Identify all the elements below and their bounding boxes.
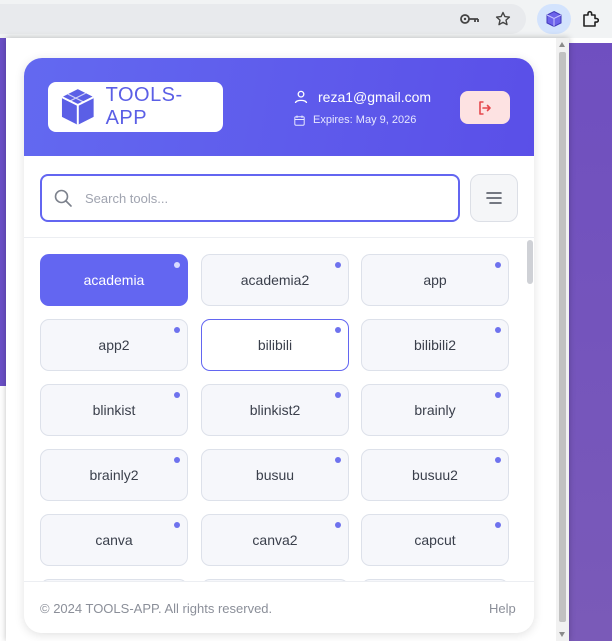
- status-dot: [174, 457, 180, 463]
- tool-button[interactable]: bilibili: [201, 319, 349, 371]
- tool-label: bilibili2: [413, 337, 457, 353]
- tool-button[interactable]: busuu: [201, 449, 349, 501]
- status-dot: [335, 457, 341, 463]
- logo-cube-icon: [61, 89, 95, 125]
- search-icon: [54, 189, 72, 207]
- extension-cube-icon: [544, 9, 564, 29]
- tool-label: canva: [95, 532, 133, 548]
- tool-label: busuu2: [412, 467, 458, 483]
- tool-label: brainly2: [89, 467, 139, 483]
- status-dot: [174, 262, 180, 268]
- footer: © 2024 TOOLS-APP. All rights reserved. H…: [24, 581, 534, 633]
- tool-label: academia2: [240, 272, 310, 288]
- logo: TOOLS-APP: [48, 82, 223, 132]
- expiry-info: Expires: May 9, 2026: [294, 114, 416, 126]
- status-dot: [495, 522, 501, 528]
- tool-button[interactable]: canva2: [201, 514, 349, 566]
- address-bar[interactable]: [0, 4, 526, 34]
- scroll-up-arrow-icon[interactable]: [559, 42, 565, 47]
- status-dot: [335, 262, 341, 268]
- status-dot: [495, 327, 501, 333]
- status-dot: [335, 392, 341, 398]
- search-box[interactable]: [40, 174, 460, 222]
- menu-lines-icon: [486, 192, 502, 204]
- tool-label: bilibili: [257, 337, 293, 353]
- tool-button[interactable]: bilibili2: [361, 319, 509, 371]
- puzzle-icon[interactable]: [580, 9, 600, 29]
- expiry-date: Expires: May 9, 2026: [313, 114, 417, 126]
- tool-label: brainly: [414, 402, 456, 418]
- page-background: [569, 38, 612, 43]
- user-email: reza1@gmail.com: [318, 89, 432, 105]
- logout-icon: [479, 100, 491, 115]
- tools-grid: academia academia2 app app2 bilibili bilibili…: [24, 238, 534, 581]
- tools-scrollbar[interactable]: [526, 238, 534, 581]
- status-dot: [335, 522, 341, 528]
- page-background: [569, 38, 612, 641]
- tool-label: canva2: [252, 532, 298, 548]
- search-input[interactable]: [83, 189, 447, 207]
- tool-button[interactable]: academia: [40, 254, 188, 306]
- tool-button[interactable]: app2: [40, 319, 188, 371]
- tool-label: app: [423, 272, 447, 288]
- browser-toolbar: [0, 0, 612, 38]
- key-icon[interactable]: [460, 9, 480, 29]
- star-icon[interactable]: [493, 9, 513, 29]
- calendar-icon: [294, 115, 305, 126]
- tool-button[interactable]: blinkist: [40, 384, 188, 436]
- status-dot: [335, 327, 341, 333]
- status-dot: [174, 392, 180, 398]
- tool-button[interactable]: app: [361, 254, 509, 306]
- logout-button[interactable]: [460, 91, 510, 124]
- status-dot: [495, 457, 501, 463]
- tool-label: blinkist2: [249, 402, 301, 418]
- extension-popup: TOOLS-APP reza1@gmail.com Expires: May 9…: [6, 38, 569, 641]
- user-icon: [294, 90, 308, 104]
- tool-button[interactable]: capcut: [361, 514, 509, 566]
- status-dot: [174, 522, 180, 528]
- help-link[interactable]: Help: [489, 601, 516, 616]
- status-dot: [495, 392, 501, 398]
- scroll-down-arrow-icon[interactable]: [559, 632, 565, 637]
- user-info: reza1@gmail.com: [294, 89, 431, 105]
- tool-button[interactable]: busuu2: [361, 449, 509, 501]
- app-name: TOOLS-APP: [105, 84, 183, 129]
- tool-label: busuu: [255, 467, 295, 483]
- tool-label: blinkist: [92, 402, 136, 418]
- status-dot: [495, 262, 501, 268]
- tools-app-card: TOOLS-APP reza1@gmail.com Expires: May 9…: [24, 58, 534, 633]
- tool-button[interactable]: brainly: [361, 384, 509, 436]
- active-extension-button[interactable]: [537, 4, 571, 34]
- status-dot: [174, 327, 180, 333]
- tool-button[interactable]: blinkist2: [201, 384, 349, 436]
- tool-label: app2: [98, 337, 130, 353]
- tool-label: academia: [83, 272, 145, 288]
- popup-scrollbar-thumb[interactable]: [559, 52, 566, 622]
- copyright-text: © 2024 TOOLS-APP. All rights reserved.: [40, 601, 273, 616]
- tools-scrollbar-thumb[interactable]: [527, 240, 533, 284]
- tool-button[interactable]: brainly2: [40, 449, 188, 501]
- tool-button[interactable]: academia2: [201, 254, 349, 306]
- tool-label: capcut: [414, 532, 456, 548]
- popup-scrollbar[interactable]: [556, 38, 569, 641]
- tool-button[interactable]: canva: [40, 514, 188, 566]
- filter-menu-button[interactable]: [470, 174, 518, 222]
- header: TOOLS-APP reza1@gmail.com Expires: May 9…: [24, 58, 534, 156]
